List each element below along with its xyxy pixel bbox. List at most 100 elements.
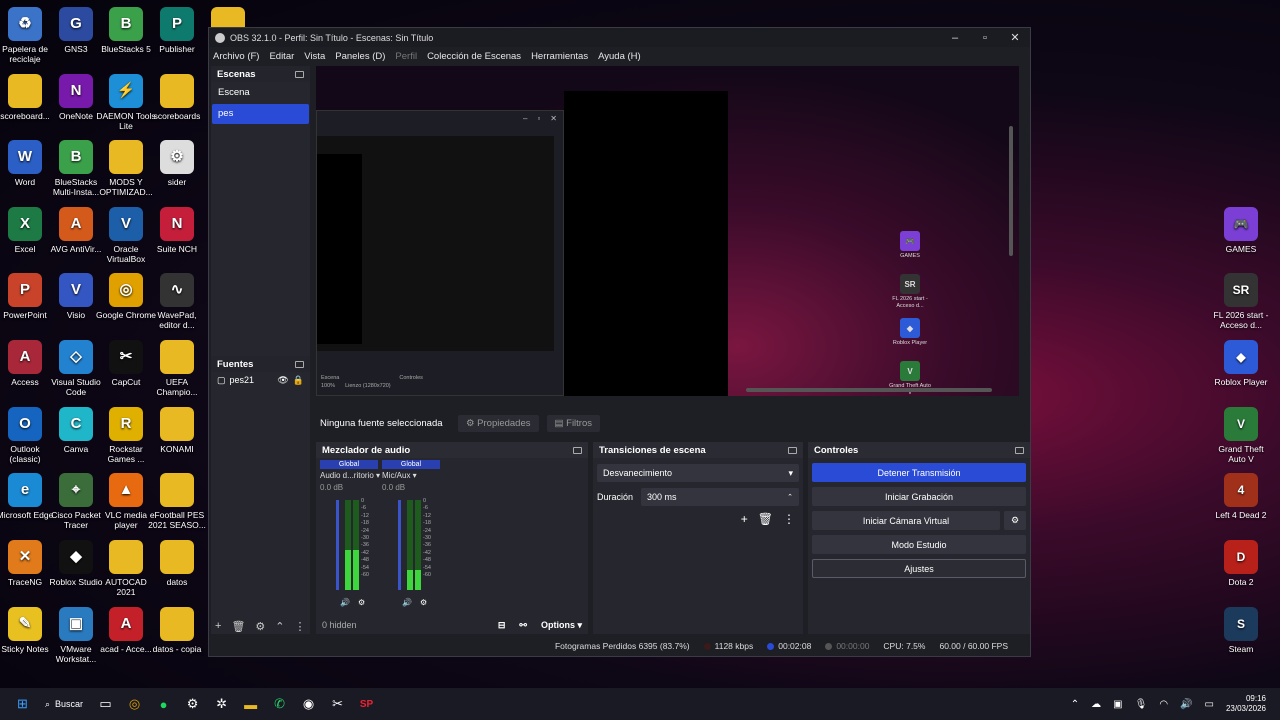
battery-icon[interactable]: ▭ [1205,699,1214,710]
menu-archivo[interactable]: Archivo (F) [213,51,259,62]
spinner-icon[interactable]: ⌃ [787,493,793,501]
desktop-icon[interactable]: V Grand Theft Auto V [1211,407,1271,464]
menu-perfil[interactable]: Perfil [395,51,417,62]
desktop-icon[interactable]: ⚙ sider [147,140,207,187]
filters-button[interactable]: ▤ Filtros [546,414,601,432]
desktop-icon[interactable]: scoreboards [147,74,207,121]
volume-icon[interactable]: 🔊 [340,598,350,607]
cloud-icon[interactable]: ☁ [1091,699,1101,710]
whatsapp-icon[interactable]: ✆ [265,692,294,716]
menu-dots-icon[interactable]: ⋮ [783,512,795,526]
clock[interactable]: 09:16 23/03/2026 [1226,694,1266,714]
volume-icon[interactable]: 🔊 [402,598,412,607]
filters-label: Filtros [566,417,593,429]
horizontal-scrollbar[interactable] [746,388,992,392]
desktop-icon[interactable]: 4 Left 4 Dead 2 [1211,473,1271,520]
clock-time: 09:16 [1245,694,1266,703]
chatgpt-icon[interactable]: ✲ [207,692,236,716]
up-icon[interactable]: ⌃ [275,620,284,633]
preview-canvas[interactable]: – ▫ ✕ Escena Controles 100% Lienzo (1280x7… [316,66,1019,396]
volume-icon[interactable]: 🔊 [1180,699,1192,710]
bitrate-dot-icon [703,643,711,651]
start-recording-button[interactable]: Iniciar Grabación [812,487,1026,506]
gear-icon[interactable]: ⚙ [255,620,265,633]
eye-icon[interactable]: 👁 [277,375,288,386]
nested-dark-region [317,154,362,344]
desktop-icon[interactable]: D Dota 2 [1211,540,1271,587]
stop-stream-button[interactable]: Detener Transmisión [812,463,1026,482]
desktop-icon[interactable]: datos - copia [147,607,207,654]
desktop-icon[interactable]: datos [147,540,207,587]
duration-input[interactable]: 300 ms ⌃ [641,488,799,506]
trash-icon[interactable]: 🗑 [231,620,245,633]
minimize-icon[interactable]: – [940,32,970,44]
spotify-icon[interactable]: ● [149,692,178,716]
file-explorer-icon[interactable]: ▬ [236,692,265,716]
camera-icon[interactable]: ▣ [1113,699,1122,710]
vertical-scrollbar[interactable] [1009,126,1013,256]
undock-icon[interactable] [573,446,582,454]
menu-ayuda[interactable]: Ayuda (H) [598,51,641,62]
transition-select[interactable]: Desvanecimiento ▾ [597,464,799,482]
obs-window: OBS 32.1.0 - Perfil: Sin Título - Escena… [208,27,1031,657]
search-box[interactable]: ⌕ Buscar [45,699,83,710]
volume-fader[interactable] [398,500,401,590]
desktop-icon[interactable]: SR FL 2026 start - Acceso d... [1211,273,1271,330]
scene-item-selected[interactable]: pes [212,104,309,124]
channel-name[interactable]: Audio d...ritorio ▾ [320,471,380,480]
menu-editar[interactable]: Editar [269,51,294,62]
preview-desktop-icon: 🎮 GAMES [887,231,933,260]
close-icon[interactable]: ✕ [1000,31,1030,44]
channel-settings-icon[interactable]: ⚙ [420,598,427,607]
desktop-icon[interactable]: UEFA Champio... [147,340,207,397]
menu-coleccion[interactable]: Colección de Escenas [427,51,521,62]
options-button[interactable]: Options ▾ [541,620,582,631]
layout-icon[interactable]: ⊟ [498,620,506,631]
properties-button[interactable]: ⚙ Propiedades [458,414,539,432]
gear-icon[interactable]: ⚙ [1004,511,1026,530]
desktop-icon[interactable]: KONAMI [147,407,207,454]
studio-mode-button[interactable]: Modo Estudio [812,535,1026,554]
windows-start-icon[interactable]: ⊞ [8,692,37,716]
scenes-panel: Escenas Escena pes + 🗑 ▤ ⌃ ⋮ [211,66,310,376]
task-view-icon[interactable]: ▭ [91,692,120,716]
desktop-icon[interactable]: ∿ WavePad, editor d... [147,273,207,330]
desktop-icon[interactable]: eFootball PES 2021 SEASO... [147,473,207,530]
source-item[interactable]: ▢ pes21 👁 🔒 [211,372,310,388]
menu-dots-icon[interactable]: ⋮ [295,620,306,633]
volume-fader[interactable] [336,500,339,590]
desktop-icon[interactable]: ◆ Roblox Player [1211,340,1271,387]
tool-icon[interactable]: ✂ [323,692,352,716]
undock-icon[interactable] [788,446,797,454]
add-icon[interactable]: + [215,620,221,632]
undock-icon[interactable] [295,360,304,368]
lock-icon[interactable]: 🔒 [293,375,304,386]
add-icon[interactable]: + [741,512,748,526]
channel-settings-icon[interactable]: ⚙ [358,598,365,607]
channel-name[interactable]: Mic/Aux ▾ [382,471,440,480]
settings-icon[interactable]: ⚙ [178,692,207,716]
desktop-icon[interactable]: S Steam [1211,607,1271,654]
obs-taskbar-icon[interactable]: ◉ [294,692,323,716]
virtual-camera-button[interactable]: Iniciar Cámara Virtual [812,511,1000,530]
microphone-icon[interactable]: 🎙 [1135,699,1148,710]
scene-item[interactable]: Escena [212,83,309,103]
maximize-icon[interactable]: ▫ [970,32,1000,44]
sources-panel: Fuentes ▢ pes21 👁 🔒 + 🗑 ⚙ ⌃ ⋮ [211,356,310,634]
settings-button[interactable]: Ajustes [812,559,1026,578]
menu-herramientas[interactable]: Herramientas [531,51,588,62]
trash-icon[interactable]: 🗑 [758,512,773,526]
desktop-icon[interactable]: N Suite NCH [147,207,207,254]
link-icon[interactable]: ⚯ [519,620,527,631]
undock-icon[interactable] [1015,446,1024,454]
record-icon [825,643,833,651]
menu-paneles[interactable]: Paneles (D) [335,51,385,62]
chevron-up-icon[interactable]: ⌃ [1071,699,1079,710]
undock-icon[interactable] [295,70,304,78]
sp-app-icon[interactable]: SP [352,692,381,716]
desktop-icon[interactable]: 🎮 GAMES [1211,207,1271,254]
wifi-icon[interactable]: ◠ [1159,699,1168,710]
menu-vista[interactable]: Vista [304,51,325,62]
chrome-icon[interactable]: ◎ [120,692,149,716]
db-scale-tick: -60 [361,572,369,579]
